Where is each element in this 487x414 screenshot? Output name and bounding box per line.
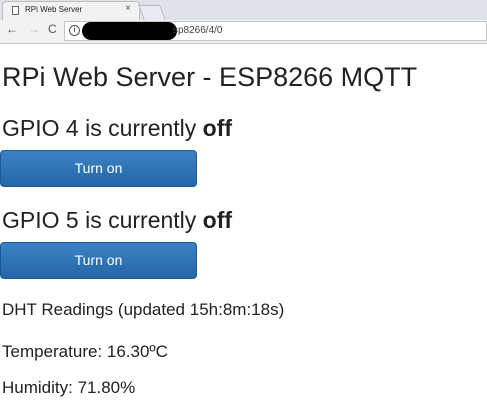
- address-bar[interactable]: i sp8266/4/0: [64, 21, 487, 41]
- gpio5-turn-on-button[interactable]: Turn on: [0, 242, 197, 279]
- browser-tab-strip: RPi Web Server ×: [0, 0, 487, 20]
- page-icon: [12, 6, 19, 15]
- dht-readings-heading: DHT Readings (updated 15h:8m:18s): [2, 300, 285, 319]
- new-tab-button[interactable]: [138, 5, 166, 20]
- url-text: sp8266/4/0: [173, 25, 223, 36]
- reload-icon[interactable]: C: [48, 23, 57, 35]
- gpio4-status: GPIO 4 is currently off: [2, 115, 232, 142]
- gpio4-state: off: [202, 115, 233, 141]
- forward-arrow-icon[interactable]: →: [28, 23, 40, 35]
- gpio4-turn-on-button[interactable]: Turn on: [0, 150, 197, 187]
- gpio5-status-prefix: GPIO 5 is currently: [2, 207, 203, 233]
- temperature-reading: Temperature: 16.30ºC: [2, 342, 168, 361]
- redacted-url-mask: [82, 22, 177, 40]
- page-title: RPi Web Server - ESP8266 MQTT: [2, 62, 418, 92]
- gpio4-status-prefix: GPIO 4 is currently: [2, 115, 203, 141]
- gpio5-status: GPIO 5 is currently off: [2, 207, 232, 234]
- info-icon[interactable]: i: [69, 25, 80, 36]
- humidity-reading: Humidity: 71.80%: [2, 378, 136, 397]
- browser-tab[interactable]: RPi Web Server ×: [2, 1, 140, 20]
- close-icon[interactable]: ×: [125, 4, 131, 14]
- gpio5-state: off: [202, 207, 233, 233]
- browser-toolbar: ← → C i sp8266/4/0: [0, 20, 487, 44]
- tab-title: RPi Web Server: [25, 5, 83, 14]
- back-arrow-icon[interactable]: ←: [6, 23, 18, 35]
